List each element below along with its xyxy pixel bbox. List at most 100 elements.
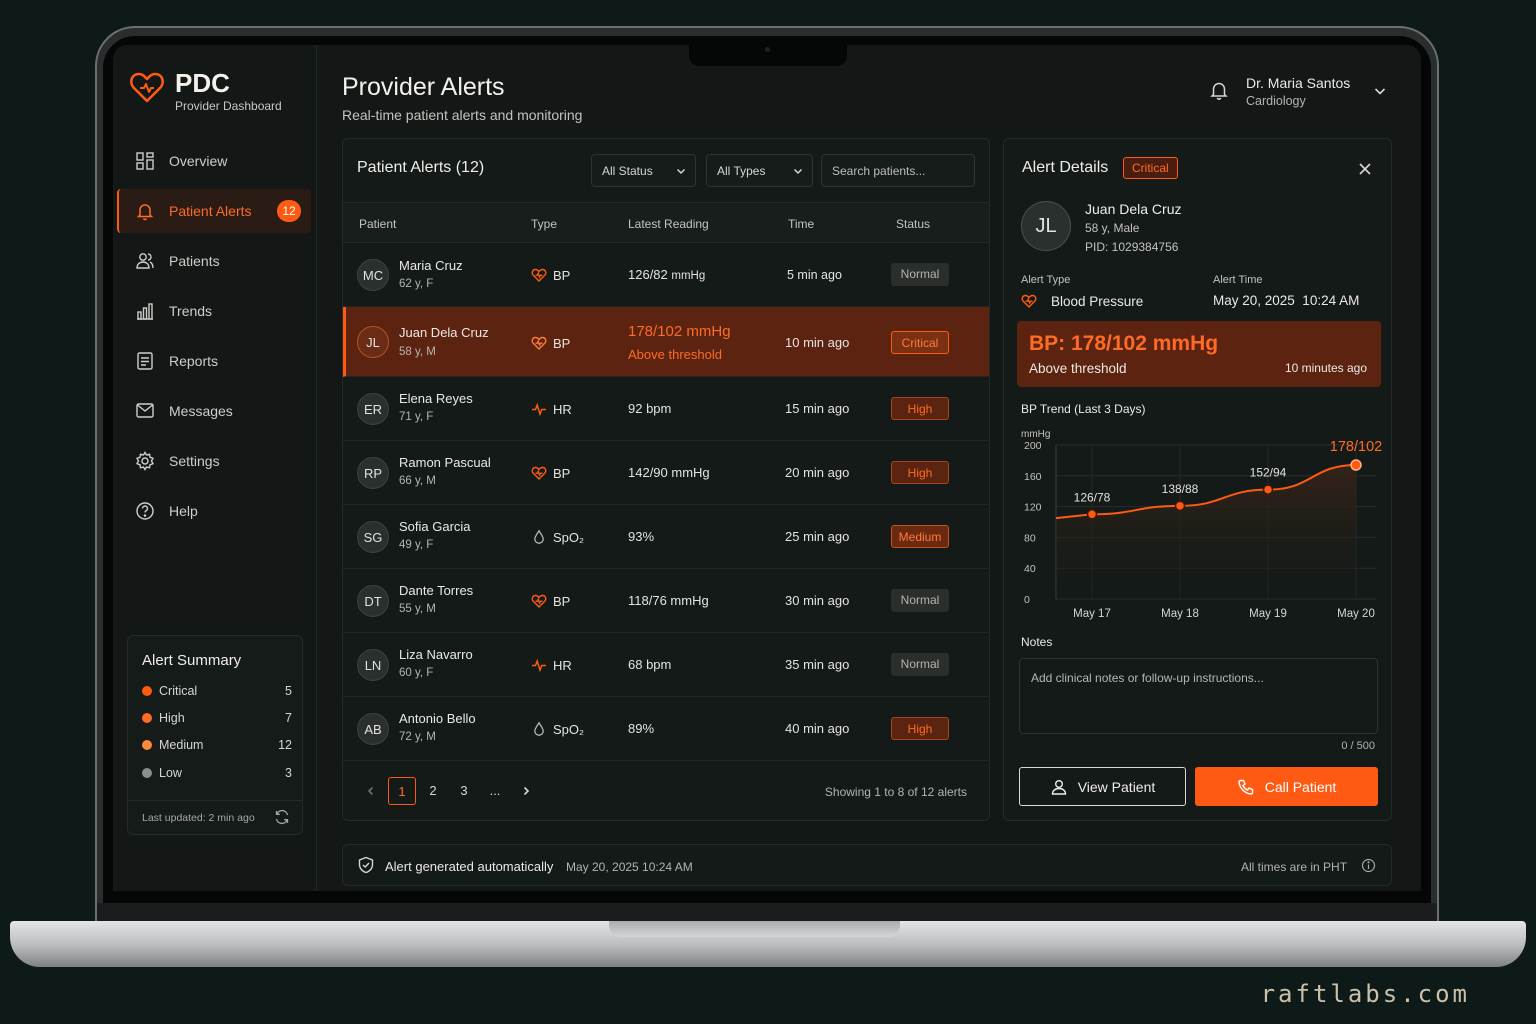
data-point[interactable] bbox=[1174, 500, 1186, 512]
x-tick-label: May 20 bbox=[1337, 608, 1375, 620]
sidebar-item-label: Reports bbox=[169, 353, 219, 369]
detail-patient-pid: PID: 1029384756 bbox=[1085, 240, 1179, 254]
table-row[interactable]: SG Sofia Garcia 49 y, F SpO₂ 93% 25 min … bbox=[343, 505, 989, 569]
table-row[interactable]: DT Dante Torres 55 y, M BP 118/76 mmHg 3… bbox=[343, 569, 989, 633]
sidebar-item-overview[interactable]: Overview bbox=[117, 139, 311, 183]
data-point[interactable] bbox=[1086, 509, 1098, 520]
search-input[interactable] bbox=[821, 154, 975, 187]
col-time[interactable]: Time bbox=[788, 217, 814, 231]
critical-dot-icon bbox=[142, 686, 152, 696]
info-icon[interactable] bbox=[1361, 858, 1376, 873]
avatar: JL bbox=[1021, 201, 1071, 251]
droplet-icon bbox=[534, 721, 544, 736]
sidebar-item-label: Trends bbox=[169, 303, 213, 319]
trend-title: BP Trend (Last 3 Days) bbox=[1021, 402, 1146, 416]
high-dot-icon bbox=[142, 713, 152, 723]
avatar: LN bbox=[357, 649, 389, 681]
patient-meta: 60 y, F bbox=[399, 667, 434, 679]
chevron-down-icon bbox=[676, 168, 686, 175]
avatar: JL bbox=[357, 326, 389, 358]
alert-type-label: BP bbox=[553, 267, 571, 283]
detail-patient-name: Juan Dela Cruz bbox=[1085, 201, 1182, 217]
footer-text: Alert generated automatically bbox=[385, 859, 554, 874]
y-tick-label: 200 bbox=[1024, 440, 1042, 452]
sidebar-item-reports[interactable]: Reports bbox=[117, 339, 311, 383]
notes-textarea[interactable] bbox=[1019, 658, 1378, 734]
x-tick-label: May 19 bbox=[1249, 608, 1287, 620]
alert-time: 40 min ago bbox=[785, 721, 850, 736]
view-patient-button[interactable]: View Patient bbox=[1019, 767, 1186, 806]
grid-icon bbox=[136, 152, 154, 170]
table-row[interactable]: MC Maria Cruz 62 y, F BP 126/82 mmHg 5 m… bbox=[343, 244, 989, 307]
call-patient-button[interactable]: Call Patient bbox=[1195, 767, 1378, 806]
table-row[interactable]: ER Elena Reyes 71 y, F HR 92 bpm 15 min … bbox=[343, 377, 989, 441]
patient-meta: 55 y, M bbox=[399, 603, 436, 615]
sidebar-item-label: Overview bbox=[169, 153, 228, 169]
latest-reading: 92 bpm bbox=[628, 401, 672, 416]
patient-name: Liza Navarro bbox=[399, 647, 473, 662]
alert-type: HR bbox=[531, 401, 572, 417]
alert-type: BP bbox=[531, 465, 570, 481]
alert-count-badge: 12 bbox=[277, 200, 301, 222]
y-axis-unit: mmHg bbox=[1021, 429, 1050, 440]
col-status[interactable]: Status bbox=[896, 217, 930, 231]
sidebar-item-label: Messages bbox=[169, 403, 233, 419]
page-button-3[interactable]: 3 bbox=[450, 777, 478, 805]
summary-count: 12 bbox=[278, 738, 292, 752]
status-badge: Critical bbox=[891, 331, 949, 354]
data-label: 178/102 bbox=[1330, 439, 1382, 455]
page-button-2[interactable]: 2 bbox=[419, 777, 447, 805]
summary-title: Alert Summary bbox=[142, 652, 242, 669]
table-row[interactable]: AB Antonio Bello 72 y, M SpO₂ 89% 40 min… bbox=[343, 697, 989, 761]
status-badge: Normal bbox=[891, 263, 949, 286]
brand[interactable]: PDC Provider Dashboard bbox=[129, 69, 282, 113]
table-row[interactable]: RP Ramon Pascual 66 y, M BP 142/90 mmHg … bbox=[343, 441, 989, 505]
table-row-selected[interactable]: JL Juan Dela Cruz 58 y, M BP 178/102 mmH… bbox=[343, 307, 989, 377]
alert-time: 15 min ago bbox=[785, 401, 850, 416]
patient-meta: 49 y, F bbox=[399, 539, 434, 551]
chevron-down-icon[interactable] bbox=[1372, 83, 1388, 99]
user-name[interactable]: Dr. Maria Santos bbox=[1246, 75, 1350, 91]
heart-logo-icon bbox=[129, 72, 165, 103]
gear-icon bbox=[135, 451, 155, 471]
sidebar-item-help[interactable]: Help bbox=[117, 489, 311, 533]
page-button-1[interactable]: 1 bbox=[388, 777, 416, 805]
alert-type-label: Alert Type bbox=[1021, 274, 1071, 286]
watermark: raftlabs.com bbox=[1260, 980, 1470, 1008]
col-type[interactable]: Type bbox=[531, 217, 557, 231]
col-latest-reading[interactable]: Latest Reading bbox=[628, 217, 709, 231]
sidebar-item-trends[interactable]: Trends bbox=[117, 289, 311, 333]
data-point[interactable] bbox=[1262, 484, 1274, 495]
col-patient[interactable]: Patient bbox=[359, 217, 396, 231]
sidebar-item-patient-alerts[interactable]: Patient Alerts 12 bbox=[117, 189, 311, 233]
alert-summary-card: Alert Summary Critical 5 High 7 Medium 1… bbox=[127, 635, 303, 835]
table-row[interactable]: LN Liza Navarro 60 y, F HR 68 bpm 35 min… bbox=[343, 633, 989, 697]
next-page-button[interactable] bbox=[512, 777, 540, 805]
data-point[interactable] bbox=[1350, 459, 1362, 471]
bell-icon bbox=[136, 204, 154, 221]
summary-divider bbox=[128, 800, 302, 801]
sidebar-item-messages[interactable]: Messages bbox=[117, 389, 311, 433]
sidebar-item-settings[interactable]: Settings bbox=[117, 439, 311, 483]
refresh-icon[interactable] bbox=[274, 809, 290, 825]
alert-time: 10 min ago bbox=[785, 335, 850, 350]
summary-label: Critical bbox=[159, 684, 198, 698]
close-icon[interactable] bbox=[1357, 161, 1373, 177]
heart-icon bbox=[531, 268, 547, 282]
notes-char-count: 0 / 500 bbox=[1341, 740, 1375, 752]
y-tick-label: 120 bbox=[1024, 502, 1042, 514]
status-badge: High bbox=[891, 397, 949, 420]
bp-time-ago: 10 minutes ago bbox=[1284, 361, 1367, 375]
y-tick-label: 160 bbox=[1024, 471, 1042, 483]
prev-page-button[interactable] bbox=[357, 777, 385, 805]
status-filter-select[interactable]: All Status bbox=[591, 154, 696, 187]
chevron-right-icon bbox=[523, 786, 530, 796]
camera-notch bbox=[689, 44, 847, 66]
type-filter-select[interactable]: All Types bbox=[706, 154, 813, 187]
users-icon bbox=[136, 253, 154, 269]
document-icon bbox=[137, 352, 153, 370]
sidebar-item-patients[interactable]: Patients bbox=[117, 239, 311, 283]
reading-unit: mmHg bbox=[671, 270, 706, 282]
bar-chart-icon bbox=[137, 303, 153, 320]
notification-bell-icon[interactable] bbox=[1208, 79, 1230, 101]
